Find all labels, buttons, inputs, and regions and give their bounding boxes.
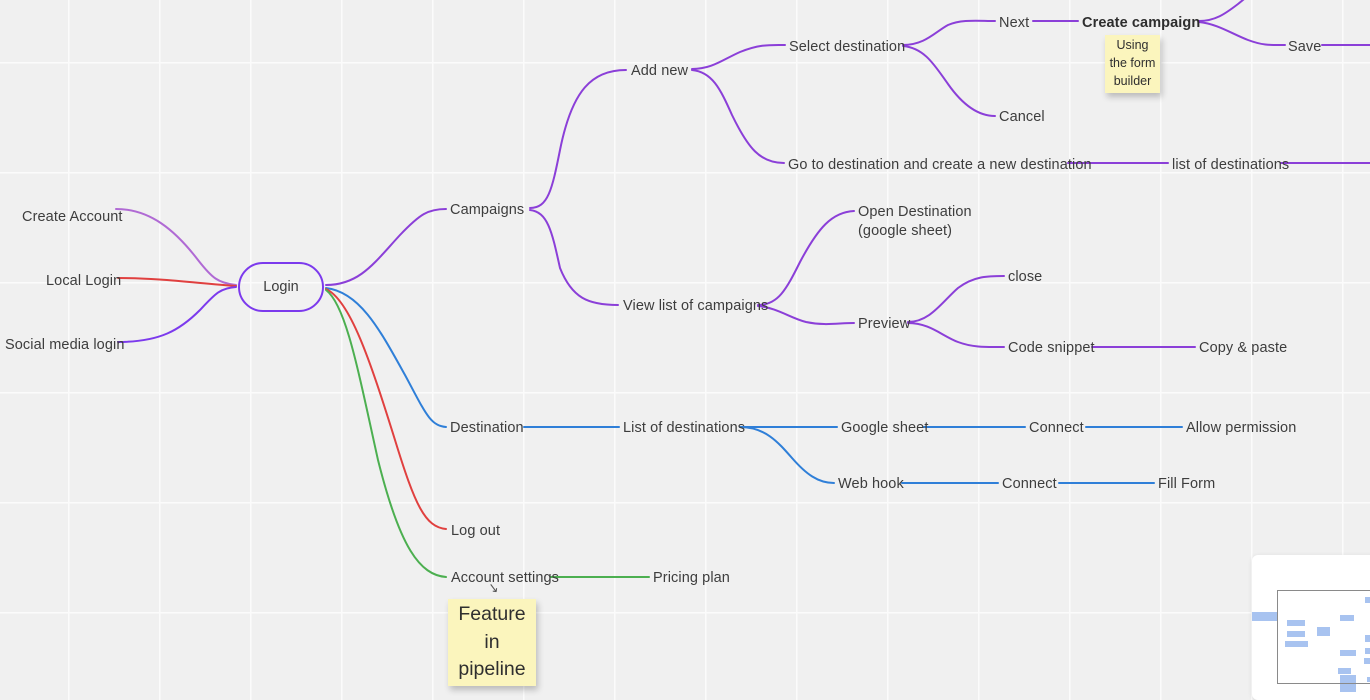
- sticky-note-line: Using: [1116, 38, 1149, 53]
- sticky-note-line: pipeline: [458, 658, 526, 681]
- node-fill-form[interactable]: Fill Form: [1158, 475, 1215, 493]
- node-go-to-destination[interactable]: Go to destination and create a new desti…: [788, 156, 1092, 174]
- edge-campaigns-addnew: [529, 69, 627, 209]
- edge-root-destination: [325, 287, 447, 428]
- node-close[interactable]: close: [1008, 268, 1042, 286]
- edge-create-account: [115, 208, 237, 286]
- node-create-campaign[interactable]: Create campaign: [1082, 14, 1200, 32]
- node-view-list-campaigns[interactable]: View list of campaigns: [623, 297, 768, 315]
- edge-root-logout: [325, 288, 447, 530]
- node-cancel[interactable]: Cancel: [999, 108, 1045, 126]
- edge-addnew-select: [691, 43, 786, 70]
- sticky-note-line: Feature: [458, 602, 526, 625]
- node-copy-paste[interactable]: Copy & paste: [1199, 339, 1287, 357]
- edge-view-preview: [757, 305, 855, 326]
- node-add-new[interactable]: Add new: [631, 62, 688, 80]
- edge-addnew-goto: [691, 69, 785, 164]
- node-campaigns[interactable]: Campaigns: [450, 201, 524, 219]
- minimap-panel[interactable]: [1252, 555, 1370, 700]
- edge-root-account: [325, 289, 447, 578]
- node-create-account[interactable]: Create Account: [22, 208, 123, 226]
- edge-preview-code: [907, 322, 1005, 349]
- node-list-of-destinations-b[interactable]: List of destinations: [623, 419, 745, 437]
- edge-preview-close: [907, 275, 1005, 323]
- node-save[interactable]: Save: [1288, 38, 1321, 56]
- edge-local-login: [117, 277, 237, 287]
- sticky-note-feature-in-pipeline[interactable]: Feature in pipeline: [448, 599, 536, 686]
- node-google-sheet[interactable]: Google sheet: [841, 419, 928, 437]
- node-local-login[interactable]: Local Login: [46, 272, 121, 290]
- mindmap-canvas[interactable]: Login Create Account Local Login Social me…: [0, 0, 1370, 700]
- edge-view-open: [757, 210, 855, 306]
- edge-root-campaigns: [325, 208, 447, 286]
- node-log-out[interactable]: Log out: [451, 522, 500, 540]
- node-web-hook[interactable]: Web hook: [838, 475, 904, 493]
- node-connect-sheet[interactable]: Connect: [1029, 419, 1084, 437]
- sticky-note-using-form-builder[interactable]: Using the form builder: [1105, 35, 1160, 93]
- edge-select-cancel: [902, 45, 996, 117]
- node-open-destination[interactable]: Open Destination (google sheet): [858, 203, 972, 240]
- minimap-node-block: [1252, 612, 1278, 621]
- edge-list-webhook: [739, 426, 835, 484]
- node-pricing-plan[interactable]: Pricing plan: [653, 569, 730, 587]
- node-next[interactable]: Next: [999, 14, 1029, 32]
- root-node-label: Login: [263, 279, 299, 295]
- node-select-destination[interactable]: Select destination: [789, 38, 905, 56]
- edge-campaigns-view: [529, 209, 619, 306]
- edge-layer: [115, 0, 1370, 578]
- edge-create-up: [1198, 0, 1245, 22]
- minimap-viewport-rect[interactable]: [1277, 590, 1370, 684]
- cursor-arrow-icon: ↘: [487, 579, 500, 596]
- edge-create-save: [1198, 21, 1286, 47]
- root-node-login[interactable]: Login: [238, 262, 324, 312]
- sticky-note-line: the form: [1109, 56, 1156, 71]
- node-destination[interactable]: Destination: [450, 419, 524, 437]
- node-allow-permission[interactable]: Allow permission: [1186, 419, 1296, 437]
- edge-social-login: [117, 286, 237, 343]
- node-code-snippet[interactable]: Code snippet: [1008, 339, 1095, 357]
- node-preview[interactable]: Preview: [858, 315, 910, 333]
- sticky-note-line: builder: [1113, 73, 1152, 88]
- node-account-settings[interactable]: Account settings: [451, 569, 559, 587]
- node-connect-webhook[interactable]: Connect: [1002, 475, 1057, 493]
- sticky-note-line: in: [484, 630, 500, 653]
- node-list-of-destinations-p[interactable]: list of destinations: [1172, 156, 1289, 174]
- node-social-media-login[interactable]: Social media login: [5, 336, 124, 354]
- edge-select-next: [902, 19, 996, 46]
